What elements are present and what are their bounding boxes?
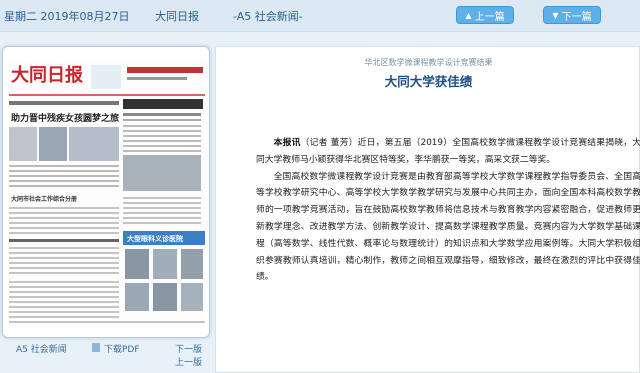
lead-text: 本报讯: [273, 138, 301, 148]
next-article-label: 下一篇: [561, 11, 592, 23]
up-arrow-icon: ▲: [465, 10, 472, 20]
thumb-headline-1: 助力晋中残疾女孩圆梦之旅: [11, 112, 119, 124]
page-links: A5 社会新闻 下载PDF 下一版 上一版: [0, 338, 210, 373]
article-body: 本报讯（记者 董芳）近日，第五届（2019）全国高校数学微课程教学设计竞赛结果揭…: [256, 135, 640, 286]
prev-article-label: 上一篇: [474, 11, 505, 23]
next-page-link[interactable]: 下一版: [175, 342, 202, 355]
issue-date: 星期二 2019年08月27日: [4, 10, 130, 23]
masthead-text: 大同日报: [11, 64, 83, 86]
section-link[interactable]: A5 社会新闻: [16, 342, 67, 355]
newspaper-page-image: 大同日报 助力晋中残疾女孩圆梦之旅 大同市社会工作综合分册 大型眼科义诊医院: [9, 59, 205, 327]
top-bar: 星期二 2019年08月27日 大同日报 -A5 社会新闻- ▲ 上一篇 ▼ 下…: [0, 0, 640, 32]
section-name: -A5 社会新闻-: [233, 10, 303, 23]
thumb-headline-3: 大型眼科义诊医院: [127, 234, 183, 243]
page-thumbnail[interactable]: 大同日报 助力晋中残疾女孩圆梦之旅 大同市社会工作综合分册 大型眼科义诊医院: [2, 46, 210, 338]
next-article-button[interactable]: ▼ 下一篇: [543, 6, 601, 24]
prev-page-link[interactable]: 上一版: [175, 355, 202, 368]
article-paragraph: 全国高校数学微课程教学设计竞赛是由教育部高等学校大学数学课程教学指导委员会、全国…: [256, 171, 640, 283]
download-pdf-link[interactable]: 下载PDF: [104, 342, 140, 355]
paragraph-1-text: （记者 董芳）近日，第五届（2019）全国高校数学微课程教学设计竞赛结果揭晓，大…: [256, 138, 640, 165]
article-paragraph: 本报讯（记者 董芳）近日，第五届（2019）全国高校数学微课程教学设计竞赛结果揭…: [256, 135, 640, 169]
article-subtitle: 华北区数学微课程教学设计竞赛结果: [364, 58, 493, 67]
paper-name-link[interactable]: 大同日报: [155, 8, 199, 24]
down-arrow-icon: ▼: [552, 10, 559, 20]
thumb-headline-2: 大同市社会工作综合分册: [11, 195, 77, 203]
article-content: 华北区数学微课程教学设计竞赛结果 大同大学获佳绩 本报讯（记者 董芳）近日，第五…: [215, 46, 640, 373]
pdf-icon[interactable]: [92, 343, 100, 352]
article-title: 大同大学获佳绩: [384, 74, 473, 89]
prev-article-button[interactable]: ▲ 上一篇: [456, 6, 514, 24]
